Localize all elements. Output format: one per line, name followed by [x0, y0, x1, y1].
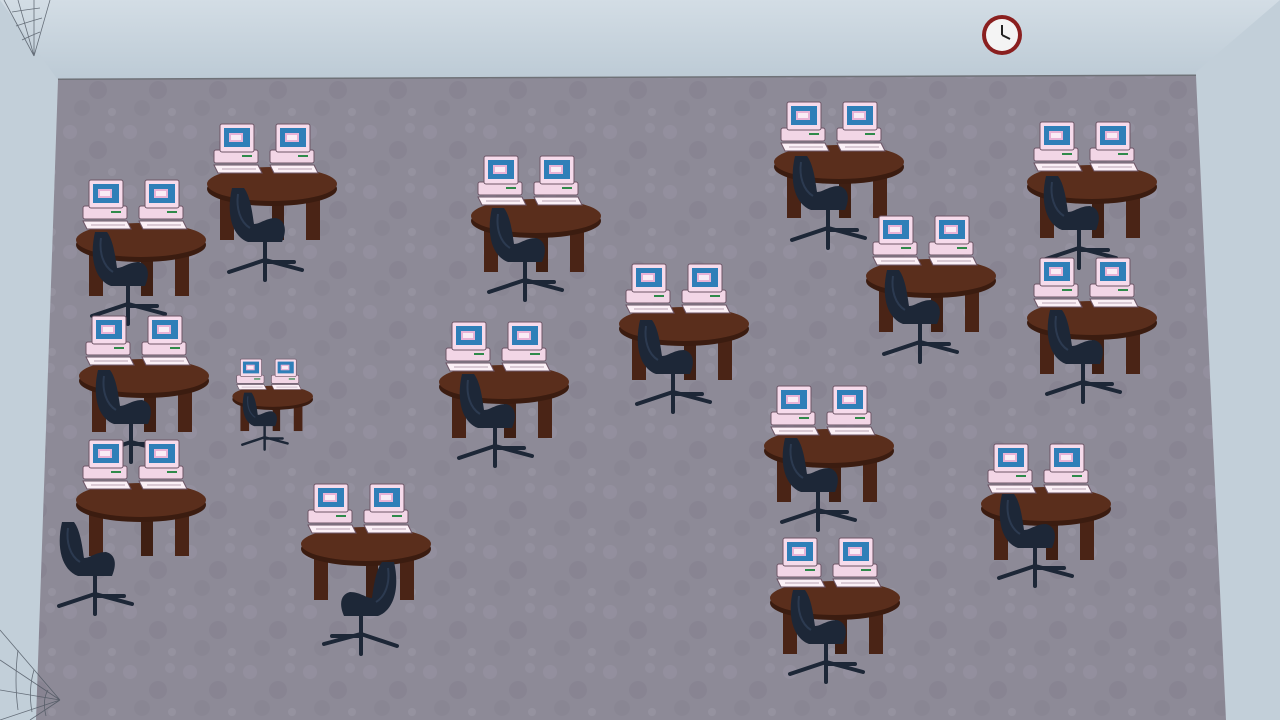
back-wall [0, 0, 1280, 80]
wall-clock-icon[interactable] [982, 15, 1022, 55]
game-room-scene [0, 0, 1280, 720]
